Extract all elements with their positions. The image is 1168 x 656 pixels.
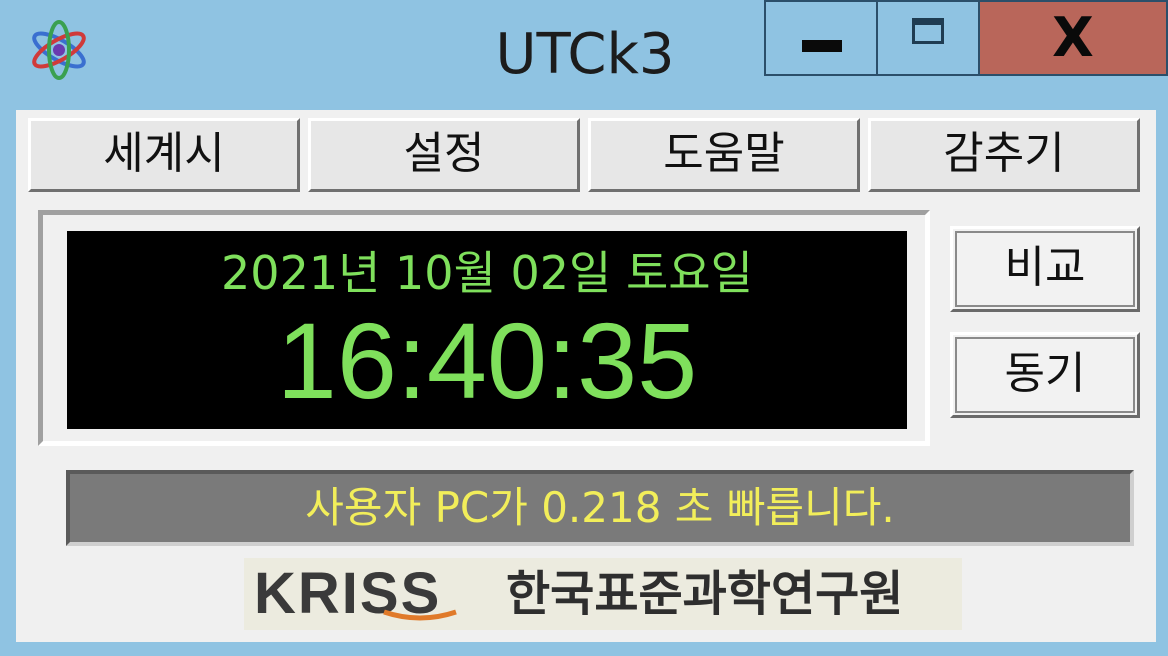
status-message: 사용자 PC가 0.218 초 빠릅니다.	[66, 470, 1134, 546]
hide-button[interactable]: 감추기	[868, 118, 1140, 192]
compare-button[interactable]: 비교	[950, 226, 1140, 312]
world-clock-button[interactable]: 세계시	[28, 118, 300, 192]
clock-display: 2021년 10월 02일 토요일 16:40:35	[67, 231, 907, 429]
clock-frame: 2021년 10월 02일 토요일 16:40:35	[38, 210, 930, 446]
logo-org-name: 한국표준과학연구원	[506, 566, 904, 622]
maximize-button[interactable]	[876, 0, 980, 76]
atom-icon	[32, 20, 86, 80]
close-button[interactable]: X	[978, 0, 1168, 76]
minimize-button[interactable]	[764, 0, 878, 76]
time-display: 16:40:35	[276, 300, 698, 421]
sync-button[interactable]: 동기	[950, 332, 1140, 418]
help-button[interactable]: 도움말	[588, 118, 860, 192]
date-display: 2021년 10월 02일 토요일	[221, 246, 753, 300]
title-bar[interactable]: UTCk3 X	[0, 0, 1168, 110]
window-title: UTCk3	[495, 22, 675, 87]
kriss-logo: KRISS 한국표준과학연구원	[244, 558, 962, 630]
main-panel: 세계시 설정 도움말 감추기 2021년 10월 02일 토요일 16:40:3…	[16, 110, 1156, 642]
logo-swoosh-icon	[383, 609, 457, 621]
minimize-icon	[802, 40, 842, 52]
maximize-icon	[912, 18, 944, 44]
close-icon: X	[1052, 6, 1094, 69]
settings-button[interactable]: 설정	[308, 118, 580, 192]
